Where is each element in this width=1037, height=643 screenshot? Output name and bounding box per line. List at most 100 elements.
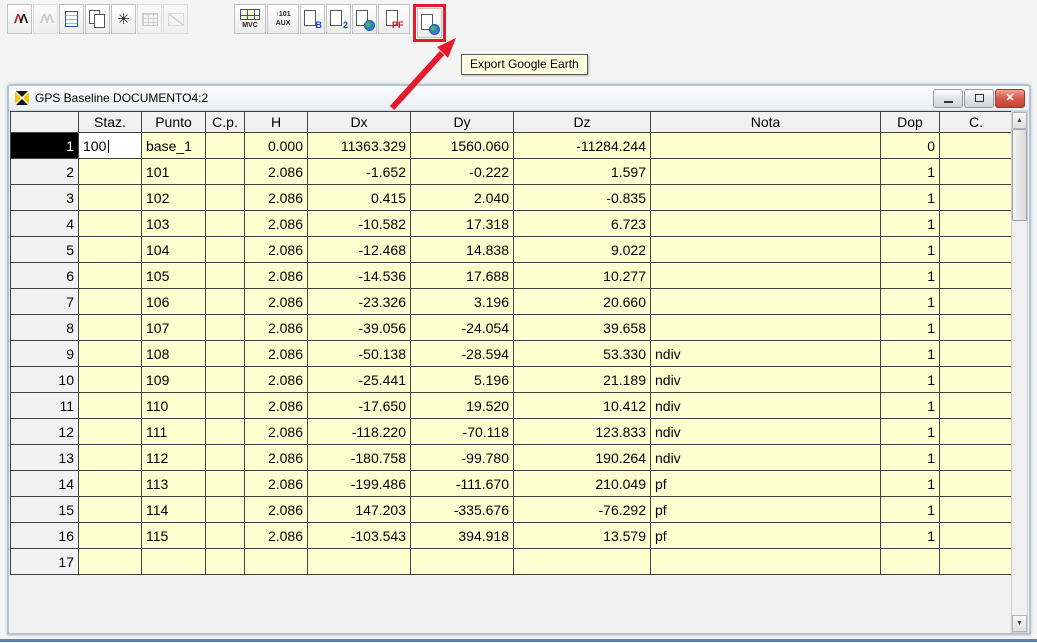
table-cell[interactable]: 1	[881, 523, 940, 549]
scroll-up-button[interactable]: ▲	[1012, 112, 1027, 129]
table-cell[interactable]: -70.118	[411, 419, 514, 445]
table-cell[interactable]	[940, 159, 1013, 185]
table-cell[interactable]	[514, 549, 651, 575]
column-header-punto[interactable]: Punto	[142, 112, 206, 133]
column-header-h[interactable]: H	[245, 112, 308, 133]
row-number[interactable]: 3	[11, 185, 79, 211]
table-cell[interactable]: -118.220	[308, 419, 411, 445]
table-cell[interactable]	[940, 237, 1013, 263]
table-cell[interactable]: -199.486	[308, 471, 411, 497]
column-header-cp[interactable]: C.p.	[206, 112, 245, 133]
table-cell[interactable]	[79, 185, 142, 211]
table-cell[interactable]: 1	[881, 289, 940, 315]
table-cell[interactable]: ndiv	[651, 367, 881, 393]
table-cell[interactable]	[206, 419, 245, 445]
table-cell[interactable]	[881, 549, 940, 575]
table-cell[interactable]	[206, 549, 245, 575]
row-number[interactable]: 15	[11, 497, 79, 523]
table-cell[interactable]	[940, 289, 1013, 315]
table-cell[interactable]: -23.326	[308, 289, 411, 315]
table-cell[interactable]	[940, 315, 1013, 341]
table-cell[interactable]: 2.086	[245, 237, 308, 263]
table-cell[interactable]: pf	[651, 497, 881, 523]
table-cell[interactable]: 1	[881, 393, 940, 419]
table-cell[interactable]	[206, 211, 245, 237]
table-cell[interactable]: 101	[142, 159, 206, 185]
toolbar-button-export-2[interactable]: 2	[326, 4, 351, 34]
table-cell[interactable]: 2.086	[245, 471, 308, 497]
table-cell[interactable]: -180.758	[308, 445, 411, 471]
table-cell[interactable]: 113	[142, 471, 206, 497]
table-cell[interactable]	[79, 523, 142, 549]
table-cell[interactable]: 147.203	[308, 497, 411, 523]
table-cell[interactable]: 108	[142, 341, 206, 367]
table-cell[interactable]	[940, 133, 1013, 159]
table-cell[interactable]	[79, 419, 142, 445]
table-cell[interactable]	[308, 549, 411, 575]
row-number[interactable]: 2	[11, 159, 79, 185]
table-cell[interactable]	[651, 185, 881, 211]
table-cell[interactable]: 103	[142, 211, 206, 237]
row-number[interactable]: 11	[11, 393, 79, 419]
column-header-dy[interactable]: Dy	[411, 112, 514, 133]
table-cell[interactable]	[206, 497, 245, 523]
toolbar-button-export-globe[interactable]	[352, 4, 377, 34]
table-cell[interactable]: 107	[142, 315, 206, 341]
table-cell[interactable]: 21.189	[514, 367, 651, 393]
table-cell[interactable]: 0	[881, 133, 940, 159]
table-cell[interactable]: 0.000	[245, 133, 308, 159]
table-cell[interactable]	[940, 341, 1013, 367]
column-header-nota[interactable]: Nota	[651, 112, 881, 133]
table-cell[interactable]: -24.054	[411, 315, 514, 341]
table-cell[interactable]	[940, 471, 1013, 497]
table-cell[interactable]: 6.723	[514, 211, 651, 237]
column-header-dx[interactable]: Dx	[308, 112, 411, 133]
table-cell[interactable]	[206, 159, 245, 185]
table-cell[interactable]: 102	[142, 185, 206, 211]
table-cell[interactable]	[79, 549, 142, 575]
table-cell[interactable]: 2.086	[245, 341, 308, 367]
table-cell[interactable]: 106	[142, 289, 206, 315]
toolbar-button-document[interactable]	[59, 4, 84, 34]
table-cell[interactable]	[79, 289, 142, 315]
table-cell[interactable]	[940, 523, 1013, 549]
toolbar-button-export-google-earth[interactable]	[417, 8, 442, 38]
table-cell[interactable]: 17.318	[411, 211, 514, 237]
table-cell[interactable]: 2.086	[245, 315, 308, 341]
table-cell[interactable]: 1	[881, 315, 940, 341]
row-number[interactable]: 6	[11, 263, 79, 289]
close-button[interactable]: ✕	[995, 89, 1025, 108]
table-cell[interactable]	[940, 367, 1013, 393]
table-cell[interactable]	[79, 263, 142, 289]
table-cell[interactable]	[206, 185, 245, 211]
table-cell[interactable]: 2.086	[245, 393, 308, 419]
scrollbar-thumb[interactable]	[1012, 129, 1027, 221]
table-cell[interactable]	[651, 237, 881, 263]
table-cell[interactable]: 10.277	[514, 263, 651, 289]
table-cell[interactable]: 394.918	[411, 523, 514, 549]
column-header-staz[interactable]: Staz.	[79, 112, 142, 133]
table-cell[interactable]: 1.597	[514, 159, 651, 185]
table-cell[interactable]	[206, 445, 245, 471]
table-cell[interactable]: 2.086	[245, 185, 308, 211]
table-cell[interactable]: 111	[142, 419, 206, 445]
table-cell[interactable]: 1	[881, 211, 940, 237]
toolbar-button-copy[interactable]	[85, 4, 110, 34]
table-cell[interactable]: base_1	[142, 133, 206, 159]
table-cell[interactable]	[142, 549, 206, 575]
table-cell[interactable]	[411, 549, 514, 575]
table-cell[interactable]: 0.415	[308, 185, 411, 211]
table-cell[interactable]	[79, 159, 142, 185]
table-cell[interactable]: 104	[142, 237, 206, 263]
minimize-button[interactable]	[933, 89, 963, 108]
table-cell[interactable]	[79, 367, 142, 393]
row-number[interactable]: 14	[11, 471, 79, 497]
table-cell[interactable]	[79, 497, 142, 523]
table-cell[interactable]	[651, 263, 881, 289]
table-cell[interactable]: 2.086	[245, 159, 308, 185]
table-cell[interactable]	[206, 133, 245, 159]
table-cell[interactable]: 1	[881, 471, 940, 497]
table-cell[interactable]: -111.670	[411, 471, 514, 497]
table-cell[interactable]	[206, 315, 245, 341]
table-cell[interactable]: 100	[79, 133, 142, 159]
